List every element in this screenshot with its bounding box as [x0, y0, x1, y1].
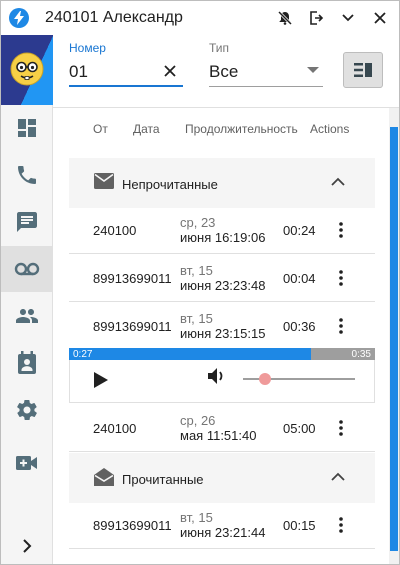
people-icon [16, 309, 38, 323]
title-bar: 240101 Александр [1, 1, 399, 35]
row-date: вт, 15 июня 23:21:44 [180, 510, 266, 540]
scrollbar-thumb[interactable] [390, 127, 398, 551]
row-duration: 00:04 [283, 271, 316, 286]
play-icon [94, 372, 108, 388]
nav-dashboard[interactable] [1, 105, 53, 151]
number-field-label: Номер [69, 41, 106, 55]
group-header-read[interactable]: Прочитанные [69, 453, 375, 503]
divider [53, 107, 399, 108]
row-duration: 00:15 [283, 518, 316, 533]
type-select-underline [209, 86, 323, 87]
nav-video[interactable] [1, 440, 53, 486]
close-icon [164, 65, 176, 77]
nav-voicemail[interactable] [1, 246, 53, 292]
nav-contacts[interactable] [1, 293, 53, 339]
row-date: ср, 26 мая 11:51:40 [180, 413, 257, 443]
column-header-duration[interactable]: Продолжительность [185, 122, 298, 136]
lightning-icon [9, 8, 29, 28]
chevron-up-icon[interactable] [331, 470, 345, 484]
column-header-from[interactable]: От [93, 122, 108, 136]
table-row[interactable]: 89913699011 вт, 15 июня 23:23:48 00:04 [69, 254, 375, 302]
clear-number-button[interactable] [161, 62, 179, 80]
nav-settings[interactable] [1, 387, 53, 433]
elapsed-time: 0:27 [73, 349, 93, 360]
nav-calendar[interactable] [1, 340, 53, 386]
table-row[interactable]: 89913699011 вт, 15 июня 23:15:15 00:36 [69, 302, 375, 350]
bell-off-icon[interactable] [274, 8, 296, 28]
sidebar-expand-button[interactable] [1, 524, 53, 565]
chevron-down-icon[interactable] [337, 8, 359, 28]
close-icon[interactable] [369, 8, 391, 28]
gear-icon [17, 400, 37, 420]
envelope-closed-icon [94, 173, 114, 189]
chevron-right-icon [23, 539, 32, 553]
voicemail-icon [14, 262, 40, 276]
nav-calls[interactable] [1, 152, 53, 198]
nav-messages[interactable] [1, 199, 53, 245]
group-label: Прочитанные [122, 472, 204, 487]
row-duration: 00:36 [283, 319, 316, 334]
group-label: Непрочитанные [122, 177, 218, 192]
avatar [10, 52, 44, 86]
type-select[interactable]: Все [209, 62, 238, 82]
exit-icon[interactable] [305, 8, 327, 28]
column-header-date[interactable]: Дата [133, 122, 160, 136]
volume-button[interactable] [207, 367, 227, 385]
number-field-underline [69, 85, 183, 87]
view-toggle-button[interactable] [343, 52, 383, 88]
more-vert-icon[interactable] [335, 268, 347, 288]
envelope-open-icon [94, 468, 114, 486]
dropdown-arrow-icon[interactable] [307, 67, 319, 73]
sidebar [1, 35, 53, 564]
play-button[interactable] [93, 371, 109, 389]
table-row[interactable]: 89913699011 вт, 15 июня 23:21:44 00:15 [69, 501, 375, 549]
row-from: 89913699011 [93, 319, 172, 334]
view-list-icon [354, 63, 372, 77]
row-duration: 00:24 [283, 223, 316, 238]
more-vert-icon[interactable] [335, 418, 347, 438]
row-date: вт, 15 июня 23:23:48 [180, 263, 266, 293]
total-time: 0:35 [351, 349, 371, 360]
row-date: ср, 23 июня 16:19:06 [180, 215, 266, 245]
table-row[interactable]: 240100 ср, 23 июня 16:19:06 00:24 [69, 206, 375, 254]
type-select-label: Тип [209, 41, 230, 55]
avatar-tile[interactable] [1, 35, 53, 105]
number-field[interactable]: 01 [69, 62, 88, 82]
row-from: 240100 [93, 223, 137, 238]
row-date: вт, 15 июня 23:15:15 [180, 311, 266, 341]
playback-progress-fill [69, 348, 311, 360]
row-from: 240100 [93, 421, 137, 436]
more-vert-icon[interactable] [335, 515, 347, 535]
chevron-up-icon[interactable] [331, 175, 345, 189]
message-icon [17, 212, 37, 232]
window-title: 240101 Александр [45, 9, 183, 26]
app-window: 240101 Александр Номер 01 Тип Все От Дат… [0, 0, 400, 565]
video-add-icon [16, 456, 37, 470]
row-from: 89913699011 [93, 271, 172, 286]
dashboard-icon [18, 119, 36, 137]
row-from: 89913699011 [93, 518, 172, 533]
row-duration: 05:00 [283, 421, 316, 436]
column-header-actions: Actions [310, 122, 350, 136]
table-row[interactable]: 240100 ср, 26 мая 11:51:40 05:00 [69, 404, 375, 452]
more-vert-icon[interactable] [335, 220, 347, 240]
calendar-person-icon [18, 351, 36, 374]
more-vert-icon[interactable] [335, 316, 347, 336]
group-header-unread[interactable]: Непрочитанные [69, 158, 375, 208]
phone-icon [18, 166, 36, 184]
volume-icon [208, 368, 223, 384]
playback-progress-bar[interactable]: 0:27 0:35 [69, 348, 375, 360]
